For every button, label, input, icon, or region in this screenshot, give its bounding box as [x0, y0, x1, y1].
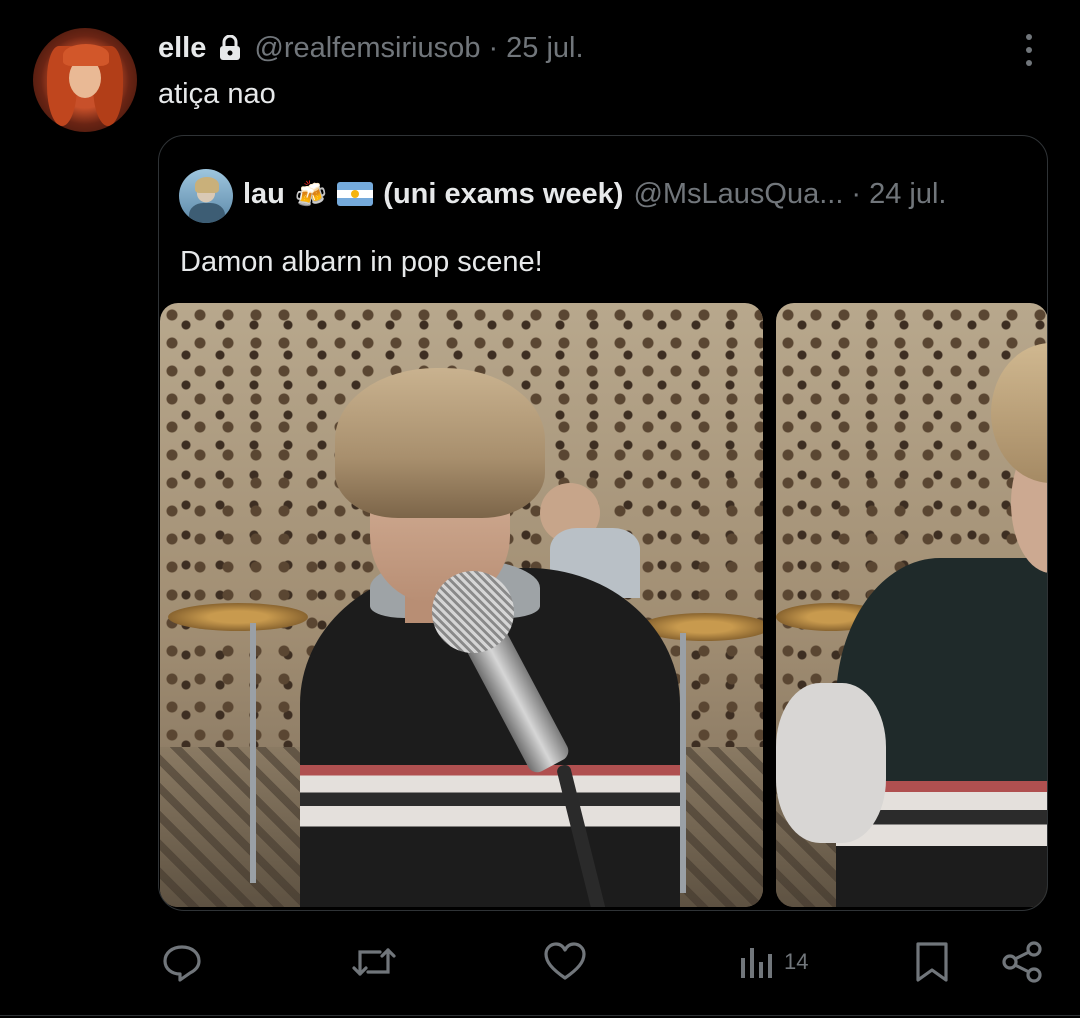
views-count: 14 [784, 949, 809, 974]
tweet-header: elle @realfemsiriusob · 25 jul. [158, 28, 584, 68]
quoted-avatar-hair [195, 177, 219, 193]
quoted-tweet-text: Damon albarn in pop scene! [180, 246, 543, 278]
author-handle[interactable]: @realfemsiriusob [254, 32, 480, 65]
action-bar: 14 [0, 930, 1080, 994]
views-button[interactable]: 14 [738, 930, 808, 994]
like-button[interactable] [542, 930, 588, 994]
quoted-author-avatar[interactable] [179, 169, 233, 223]
quoted-tweet-header: lau 🍻 (uni exams week) @MsLausQua... · 2… [243, 174, 946, 214]
more-dot [1026, 47, 1032, 53]
argentina-flag-icon [337, 182, 374, 206]
band-member-arm [776, 683, 886, 843]
separator-dot: · [488, 31, 499, 64]
bookmark-button[interactable] [912, 930, 952, 994]
quoted-name-suffix: (uni exams week) [383, 177, 624, 210]
microphone-head [432, 571, 514, 653]
quoted-image-1[interactable] [160, 303, 763, 907]
reply-icon [163, 945, 201, 982]
views-icon [741, 948, 772, 978]
avatar-bangs [63, 44, 109, 66]
tweet-date[interactable]: 25 jul. [506, 32, 583, 65]
more-options-icon[interactable] [1014, 30, 1044, 70]
singer-hair [335, 368, 545, 518]
quoted-separator-dot: · [851, 177, 862, 210]
share-icon [1002, 941, 1042, 983]
cymbal-left [168, 603, 308, 631]
quoted-author-name[interactable]: lau [243, 178, 285, 211]
more-dot [1026, 60, 1032, 66]
quoted-image-2[interactable] [776, 303, 1047, 907]
quoted-avatar-body [189, 203, 225, 223]
author-avatar[interactable] [33, 28, 137, 132]
divider [0, 1015, 1080, 1016]
more-dot [1026, 34, 1032, 40]
cymbal-stand-right [680, 633, 686, 893]
author-name[interactable]: elle [158, 32, 206, 65]
quoted-author-handle[interactable]: @MsLausQua... [633, 178, 843, 211]
reply-button[interactable] [160, 930, 204, 994]
share-button[interactable] [1000, 930, 1044, 994]
lock-icon [218, 34, 242, 61]
quoted-tweet[interactable]: lau 🍻 (uni exams week) @MsLausQua... · 2… [158, 135, 1048, 911]
retweet-button[interactable] [350, 930, 398, 994]
cymbal-stand-left [250, 623, 256, 883]
retweet-icon [352, 948, 396, 976]
heart-icon [544, 942, 586, 980]
quoted-tweet-date[interactable]: 24 jul. [869, 178, 946, 211]
beer-emoji: 🍻 [294, 178, 328, 209]
tweet-text: atiça nao [158, 78, 276, 110]
bookmark-icon [916, 942, 948, 982]
